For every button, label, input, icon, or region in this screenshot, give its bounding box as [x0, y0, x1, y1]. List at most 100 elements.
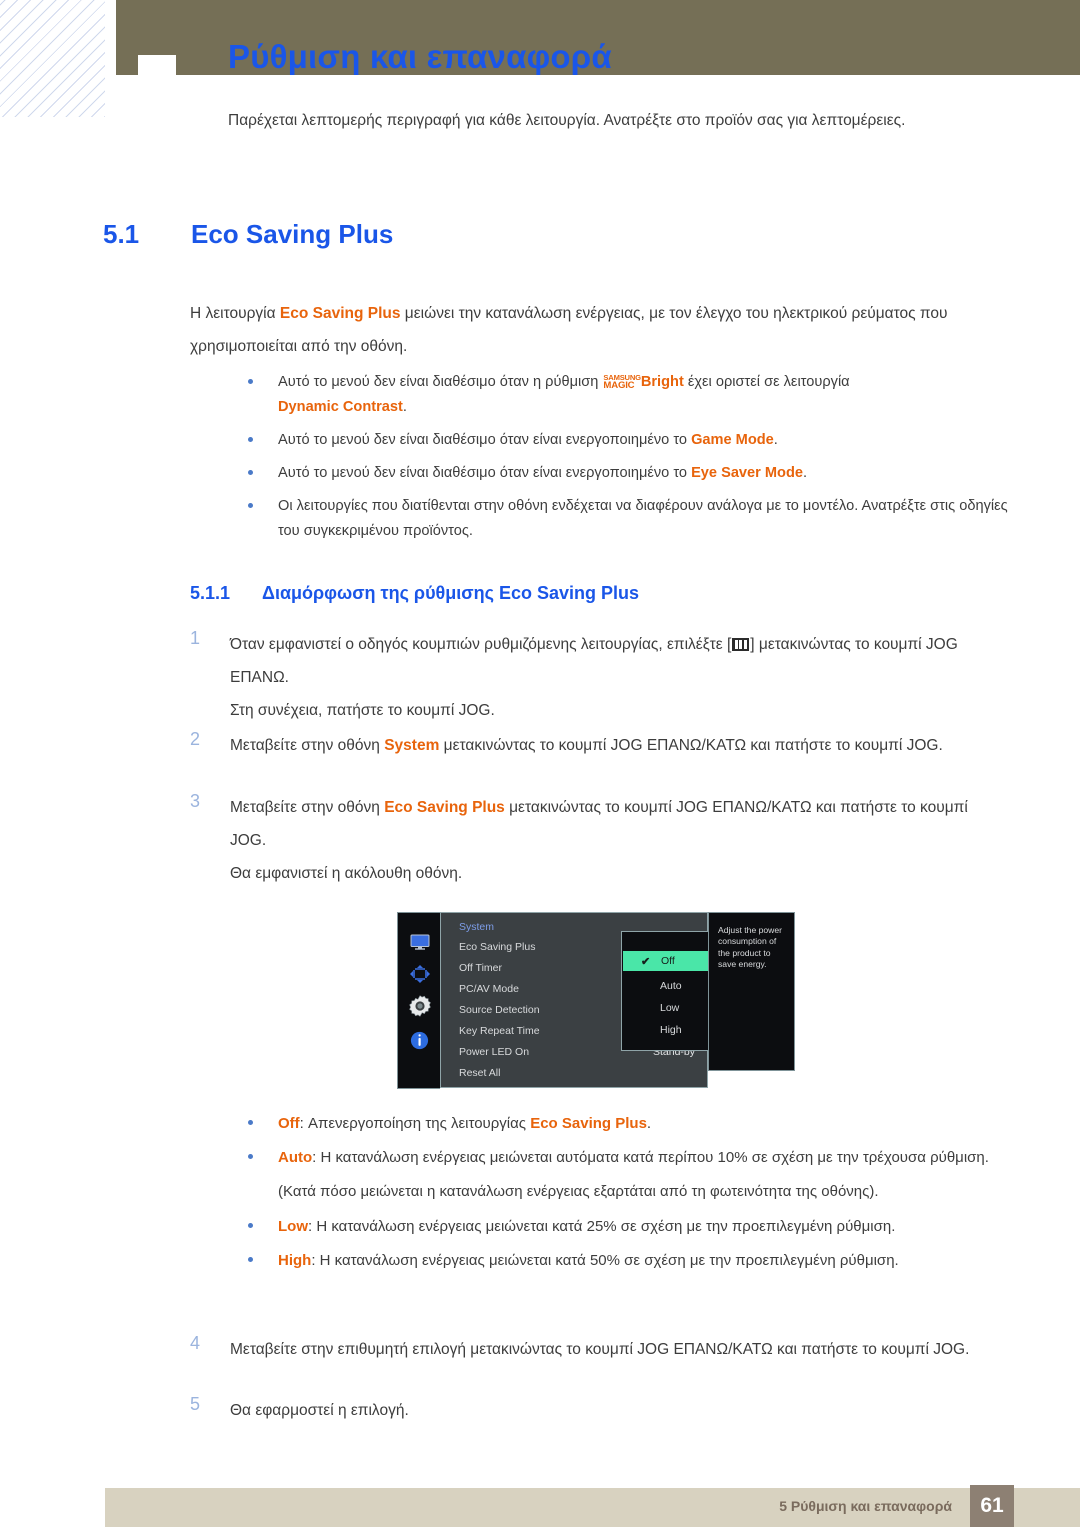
step-text: Θα εφαρμοστεί η επιλογή.	[230, 1402, 409, 1419]
menu-bars-icon	[732, 638, 750, 651]
osd-menu-item-pc-av-mode[interactable]: PC/AV Mode	[459, 983, 519, 995]
osd-option-label: Off	[661, 955, 675, 967]
header-olive-bar	[116, 0, 1080, 37]
osd-icon-sidebar	[397, 912, 440, 1089]
note-text-post: .	[773, 432, 778, 448]
header-olive-tab-notch	[138, 37, 176, 55]
osd-option-label: High	[660, 1024, 682, 1036]
gear-icon[interactable]	[398, 991, 441, 1021]
step-number: 4	[190, 1333, 201, 1353]
option-key: Auto	[278, 1149, 313, 1166]
option-text: : Η κατανάλωση ενέργειας μειώνεται κατά …	[311, 1252, 899, 1269]
bullet-dot-icon	[248, 1223, 253, 1228]
step-extra-line: Θα εμφανιστεί η ακόλουθη οθόνη.	[230, 865, 463, 882]
step-extra-line: Στη συνέχεια, πατήστε το κουμπί JOG.	[230, 702, 495, 719]
step-term-system: System	[384, 737, 440, 754]
step-number: 1	[190, 628, 201, 648]
note-term-dynamic-contrast: Dynamic Contrast	[278, 399, 403, 415]
step-text-post: μετακινώντας το κουμπί JOG ΕΠΑΝΩ/ΚΑΤΩ κα…	[439, 737, 943, 754]
osd-menu-item-key-repeat-time[interactable]: Key Repeat Time	[459, 1025, 540, 1037]
option-item-auto: Auto: Η κατανάλωση ενέργειας μειώνεται α…	[232, 1142, 1022, 1173]
osd-menu-screenshot: System Eco Saving Plus Off Timer PC/AV M…	[397, 912, 795, 1089]
corner-hatch-decoration	[0, 0, 105, 117]
osd-menu-item-off-timer[interactable]: Off Timer	[459, 962, 502, 974]
note-item: Αυτό το μενού δεν είναι διαθέσιμο όταν ε…	[232, 461, 1022, 486]
section-title: Eco Saving Plus	[191, 219, 394, 249]
option-key: High	[278, 1252, 312, 1269]
step-item-2: 2 Μεταβείτε στην οθόνη System μετακινώντ…	[190, 729, 990, 762]
subsection-title: Διαμόρφωση της ρύθμισης Eco Saving Plus	[262, 583, 639, 603]
note-text-pre: Αυτό το μενού δεν είναι διαθέσιμο όταν η…	[278, 374, 603, 390]
bullet-dot-icon	[248, 437, 253, 442]
note-list: Αυτό το μενού δεν είναι διαθέσιμο όταν η…	[232, 370, 1022, 552]
note-term-game-mode: Game Mode	[691, 432, 774, 448]
step-text-pre: Όταν εμφανιστεί ο οδηγός κουμπιών ρυθμιζ…	[230, 636, 732, 653]
step-text-pre: Μεταβείτε στην οθόνη	[230, 799, 385, 816]
footer-chapter-label: 5 Ρύθμιση και επαναφορά	[779, 1498, 952, 1514]
note-text-mid: έχει οριστεί σε λειτουργία	[683, 374, 850, 390]
note-item: Αυτό το μενού δεν είναι διαθέσιμο όταν ε…	[232, 428, 1022, 453]
option-key: Low	[278, 1218, 308, 1235]
step-term-eco-saving-plus: Eco Saving Plus	[384, 799, 505, 816]
bullet-dot-icon	[248, 379, 253, 384]
note-text-post: .	[402, 399, 407, 415]
header-olive-tab-left	[116, 37, 138, 75]
bullet-dot-icon	[248, 470, 253, 475]
osd-option-label: Low	[660, 1002, 680, 1014]
option-term-eco-saving-plus: Eco Saving Plus	[530, 1115, 647, 1132]
directional-pad-icon[interactable]	[398, 959, 441, 989]
subsection-number: 5.1.1	[190, 583, 231, 603]
step-item-1: 1 Όταν εμφανιστεί ο οδηγός κουμπιών ρυθμ…	[190, 628, 990, 727]
note-item: Οι λειτουργίες που διατίθενται στην οθόν…	[232, 494, 1022, 544]
osd-menu-item-reset-all[interactable]: Reset All	[459, 1067, 500, 1079]
section-number: 5.1	[103, 219, 140, 249]
bullet-dot-icon	[248, 503, 253, 508]
samsung-magic-mark: SAMSUNG MAGIC	[603, 374, 641, 391]
osd-menu-item-power-led-on[interactable]: Power LED On	[459, 1046, 529, 1058]
bullet-dot-icon	[248, 1120, 253, 1125]
option-text: : Απενεργοποίηση της λειτουργίας	[299, 1115, 531, 1132]
note-text-pre: Οι λειτουργίες που διατίθενται στην οθόν…	[278, 498, 1008, 539]
step-number: 3	[190, 791, 201, 811]
option-item-low: Low: Η κατανάλωση ενέργειας μειώνεται κα…	[232, 1211, 1022, 1242]
page-title: Ρύθμιση και επαναφορά	[228, 38, 612, 75]
option-list: Off: Απενεργοποίηση της λειτουργίας Eco …	[232, 1108, 1022, 1279]
option-text-post: .	[646, 1115, 652, 1132]
osd-option-label: Auto	[660, 980, 682, 992]
step-number: 5	[190, 1394, 201, 1414]
osd-menu-item-eco-saving-plus[interactable]: Eco Saving Plus	[459, 941, 535, 953]
bullet-dot-icon	[248, 1154, 253, 1159]
option-item-off: Off: Απενεργοποίηση της λειτουργίας Eco …	[232, 1108, 1022, 1139]
step-text: Μεταβείτε στην οθόνη Eco Saving Plus μετ…	[230, 791, 990, 890]
step-text: Όταν εμφανιστεί ο οδηγός κουμπιών ρυθμιζ…	[230, 628, 990, 727]
note-text-pre: Αυτό το μενού δεν είναι διαθέσιμο όταν ε…	[278, 465, 692, 481]
step-text-pre: Μεταβείτε στην οθόνη	[230, 737, 385, 754]
note-text-post: .	[803, 465, 808, 481]
footer-page-box: 61	[970, 1485, 1014, 1527]
option-text: : Η κατανάλωση ενέργειας μειώνεται κατά …	[308, 1218, 896, 1235]
step-item-3: 3 Μεταβείτε στην οθόνη Eco Saving Plus μ…	[190, 791, 990, 890]
option-extra-note: (Κατά πόσο μειώνεται η κατανάλωση ενέργε…	[278, 1183, 879, 1200]
note-term-eye-saver-mode: Eye Saver Mode	[691, 465, 804, 481]
osd-menu-header: System	[459, 921, 495, 933]
page-number: 61	[980, 1494, 1004, 1517]
osd-help-text: Adjust the power consumption of the prod…	[708, 912, 795, 1071]
check-icon: ✔	[641, 956, 651, 968]
section-body-paragraph: Η λειτουργία Eco Saving Plus μειώνει την…	[190, 297, 980, 363]
note-term-bright: Bright	[640, 374, 684, 390]
body-term-eco-saving-plus: Eco Saving Plus	[279, 305, 401, 322]
option-key: Off	[278, 1115, 300, 1132]
bullet-dot-icon	[248, 1257, 253, 1262]
osd-menu-item-source-detection[interactable]: Source Detection	[459, 1004, 540, 1016]
body-text-before: Η λειτουργία	[190, 305, 280, 322]
note-item: Αυτό το μενού δεν είναι διαθέσιμο όταν η…	[232, 370, 1022, 420]
info-icon[interactable]	[398, 1025, 441, 1055]
step-item-4: 4 Μεταβείτε στην επιθυμητή επιλογή μετακ…	[190, 1333, 990, 1366]
magic-mark-line2: MAGIC	[603, 380, 635, 391]
step-number: 2	[190, 729, 201, 749]
osd-menu-panel: System Eco Saving Plus Off Timer PC/AV M…	[440, 912, 744, 1088]
intro-paragraph: Παρέχεται λεπτομερής περιγραφή για κάθε …	[228, 112, 906, 129]
note-text-pre: Αυτό το μενού δεν είναι διαθέσιμο όταν ε…	[278, 432, 692, 448]
monitor-icon[interactable]	[398, 927, 441, 957]
step-text: Μεταβείτε στην οθόνη System μετακινώντας…	[230, 729, 990, 762]
